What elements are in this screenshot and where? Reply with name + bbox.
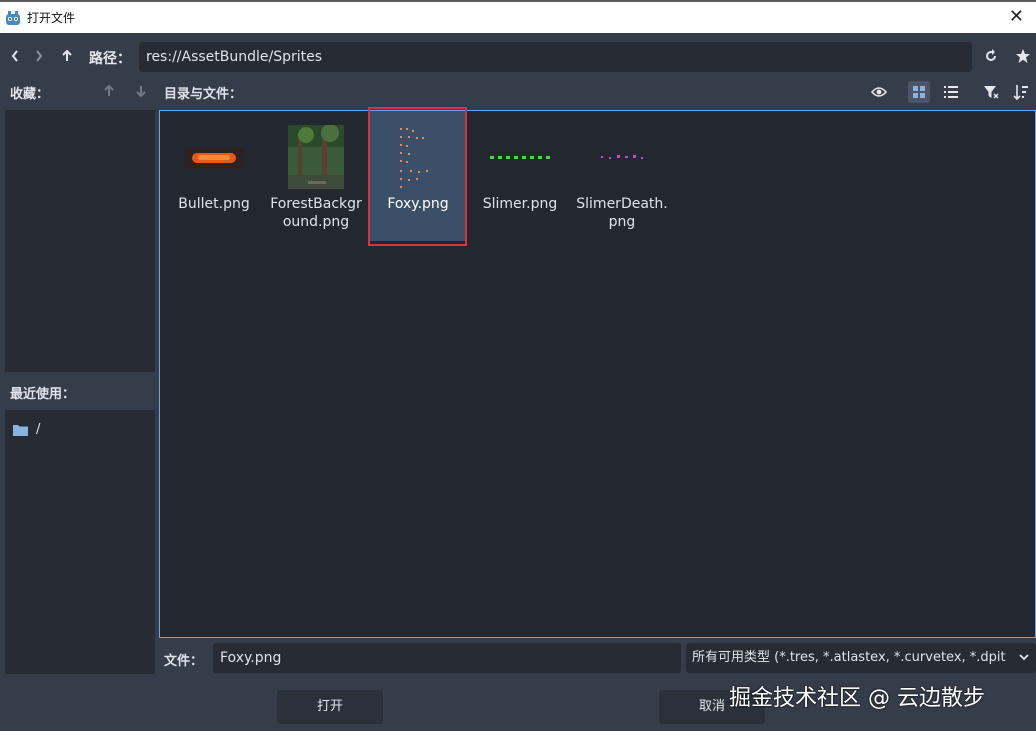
chevron-left-icon	[11, 50, 18, 62]
watermark: 掘金技术社区 @ 云边散步	[729, 686, 985, 711]
forward-button[interactable]	[30, 46, 48, 66]
recent-item-label: /	[36, 422, 41, 437]
file-grid[interactable]: Bullet.png ForestBackground.png Foxy.png…	[159, 110, 1036, 638]
file-item[interactable]: SlimerDeath.png	[573, 111, 671, 241]
path-label: 路径：	[89, 51, 131, 67]
file-item[interactable]: ForestBackground.png	[267, 111, 365, 241]
grid-icon	[913, 86, 925, 98]
chevron-right-icon	[36, 50, 43, 62]
path-toolbar: 路径： res://AssetBundle/Sprites	[0, 33, 1036, 79]
file-item[interactable]: Bullet.png	[165, 111, 263, 241]
filter-icon	[984, 86, 999, 99]
path-input[interactable]: res://AssetBundle/Sprites	[139, 42, 972, 72]
arrow-up-icon	[62, 49, 72, 61]
chevron-down-icon	[1019, 654, 1029, 661]
favorites-label: 收藏：	[10, 87, 50, 102]
file-name-input[interactable]: Foxy.png	[213, 643, 681, 673]
favorite-move-up-button[interactable]	[100, 81, 118, 101]
file-type-select[interactable]: 所有可用类型 (*.tres, *.atlastex, *.curvetex, …	[686, 643, 1036, 673]
back-button[interactable]	[6, 46, 24, 66]
favorite-button[interactable]	[1014, 46, 1032, 66]
arrow-up-icon	[104, 84, 114, 96]
file-thumbnail	[180, 121, 248, 193]
file-thumbnail	[384, 121, 452, 193]
file-name: ForestBackground.png	[270, 196, 362, 230]
window-title: 打开文件	[27, 11, 76, 25]
recent-label: 最近使用：	[10, 387, 76, 402]
file-type-select-value: 所有可用类型 (*.tres, *.atlastex, *.curvetex, …	[692, 650, 1006, 665]
file-thumbnail	[588, 121, 656, 193]
file-label: 文件：	[164, 654, 204, 669]
file-thumbnail	[486, 121, 554, 193]
grid-view-button[interactable]	[908, 81, 930, 103]
file-name: Foxy.png	[387, 196, 449, 212]
list-icon	[944, 86, 958, 98]
godot-app-icon	[6, 10, 20, 25]
file-name: SlimerDeath.png	[576, 196, 668, 230]
title-bar: 打开文件 ✕	[0, 0, 1036, 33]
file-item-selected[interactable]: Foxy.png	[369, 111, 467, 241]
recent-list: /	[5, 410, 155, 674]
star-icon	[1016, 49, 1030, 63]
file-name: Slimer.png	[482, 196, 558, 212]
favorite-move-down-button[interactable]	[132, 81, 150, 101]
sort-icon	[1013, 85, 1028, 100]
folder-icon	[13, 424, 28, 436]
toggle-hidden-button[interactable]	[868, 81, 890, 103]
sort-button[interactable]	[1010, 81, 1032, 103]
directory-label: 目录与文件：	[164, 87, 243, 102]
refresh-icon	[986, 49, 996, 61]
file-name: Bullet.png	[178, 196, 250, 212]
close-button[interactable]: ✕	[1009, 8, 1024, 26]
list-view-button[interactable]	[940, 81, 962, 103]
favorites-list[interactable]	[5, 110, 155, 372]
refresh-button[interactable]	[982, 46, 1000, 66]
file-item[interactable]: Slimer.png	[471, 111, 569, 241]
arrow-down-icon	[136, 86, 146, 98]
eye-icon	[871, 87, 887, 97]
filter-button[interactable]	[980, 81, 1002, 103]
parent-folder-button[interactable]	[58, 46, 76, 66]
open-button[interactable]: 打开	[277, 690, 383, 724]
recent-item[interactable]: /	[13, 422, 40, 437]
file-thumbnail	[282, 121, 350, 193]
